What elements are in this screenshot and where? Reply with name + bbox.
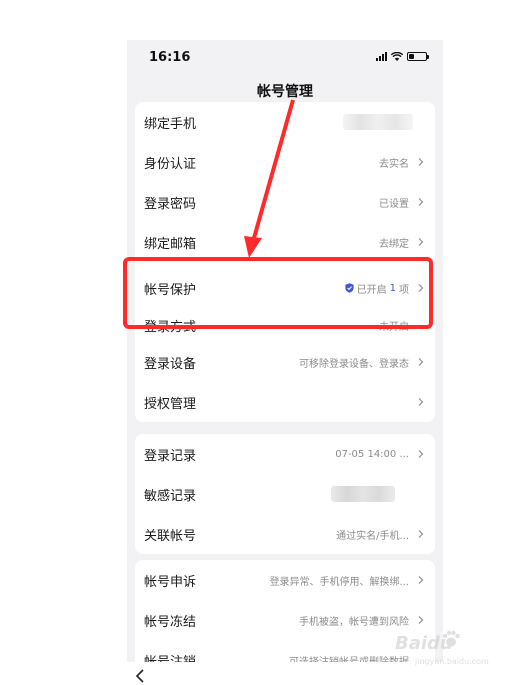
row-label: 关联帐号 <box>144 528 197 544</box>
row-value: 去实名 <box>379 158 409 170</box>
chevron-right-icon <box>416 357 426 367</box>
chevron-right-icon <box>416 157 426 167</box>
shield-check-icon <box>345 283 354 293</box>
row-label: 绑定邮箱 <box>144 236 197 252</box>
phone-screen: 16:16 帐号管理 绑定手机 身份认证 去实名 登录密码 已设置 绑定邮箱 去… <box>127 40 443 662</box>
chevron-right-icon <box>416 575 426 585</box>
row-label: 敏感记录 <box>144 488 197 504</box>
row-label: 帐号申诉 <box>144 574 197 590</box>
page-title: 帐号管理 <box>257 84 313 100</box>
row-value: 去绑定 <box>379 238 409 250</box>
row-label: 登录密码 <box>144 196 197 212</box>
row-label: 帐号保护 <box>144 282 197 298</box>
row-label: 登录方式 <box>144 320 197 335</box>
row-login-password[interactable]: 登录密码 已设置 <box>135 182 435 222</box>
watermark-sub: jingyan.baidu.com <box>415 657 489 666</box>
row-value: 已开启 1 项 <box>345 281 409 296</box>
row-label: 登录设备 <box>144 356 197 372</box>
records-card: 登录记录 07-05 14:00 ... 敏感记录 关联帐号 通过实名/手机..… <box>135 434 435 554</box>
row-bind-phone[interactable]: 绑定手机 <box>135 102 435 142</box>
row-login-method[interactable]: 登录方式 未开启 <box>135 314 435 342</box>
chevron-right-icon <box>416 283 426 293</box>
row-bind-email[interactable]: 绑定邮箱 去绑定 <box>135 222 435 262</box>
chevron-right-icon <box>416 197 426 207</box>
chevron-right-icon <box>416 449 426 459</box>
row-label: 授权管理 <box>144 396 197 412</box>
account-settings-card: 绑定手机 身份认证 去实名 登录密码 已设置 绑定邮箱 去绑定 帐号保护 已开启… <box>135 102 435 422</box>
row-login-devices[interactable]: 登录设备 可移除登录设备、登录态 <box>135 342 435 382</box>
row-value: 登录异常、手机停用、解换绑... <box>269 576 409 588</box>
row-account-appeal[interactable]: 帐号申诉 登录异常、手机停用、解换绑... <box>135 560 435 600</box>
row-label: 登录记录 <box>144 448 197 464</box>
status-bar: 16:16 <box>127 40 443 74</box>
status-time: 16:16 <box>149 50 191 65</box>
chevron-right-icon <box>416 397 426 407</box>
signal-icon <box>376 52 387 61</box>
row-value: 07-05 14:00 ... <box>335 448 409 460</box>
row-authorization-management[interactable]: 授权管理 <box>135 382 435 422</box>
chevron-right-icon <box>416 237 426 247</box>
row-label: 身份认证 <box>144 156 197 172</box>
back-arrow-icon[interactable] <box>133 668 147 684</box>
row-value: 已设置 <box>379 198 409 210</box>
protection-unit: 项 <box>399 284 409 296</box>
baidu-watermark: Baidu jingyan.baidu.com <box>385 615 500 670</box>
row-label: 绑定手机 <box>144 116 197 132</box>
row-sensitive-records[interactable]: 敏感记录 <box>135 474 435 514</box>
protection-count: 1 <box>389 282 396 294</box>
row-login-records[interactable]: 登录记录 07-05 14:00 ... <box>135 434 435 474</box>
row-value: 可移除登录设备、登录态 <box>299 358 409 370</box>
blurred-phone-value <box>343 114 413 130</box>
battery-icon <box>407 52 429 61</box>
row-value: 未开启 <box>379 322 409 333</box>
chevron-right-icon <box>416 529 426 539</box>
row-identity-verification[interactable]: 身份认证 去实名 <box>135 142 435 182</box>
status-icons <box>376 52 429 61</box>
row-account-protection[interactable]: 帐号保护 已开启 1 项 <box>135 262 435 314</box>
row-linked-accounts[interactable]: 关联帐号 通过实名/手机... <box>135 514 435 554</box>
baidu-paw-icon <box>442 630 460 647</box>
row-label: 帐号注销 <box>144 654 197 663</box>
blurred-sensitive-value <box>331 486 395 502</box>
row-value: 通过实名/手机... <box>336 530 409 542</box>
protection-status: 已开启 <box>356 284 387 296</box>
wifi-icon <box>391 52 403 61</box>
row-label: 帐号冻结 <box>144 614 197 630</box>
